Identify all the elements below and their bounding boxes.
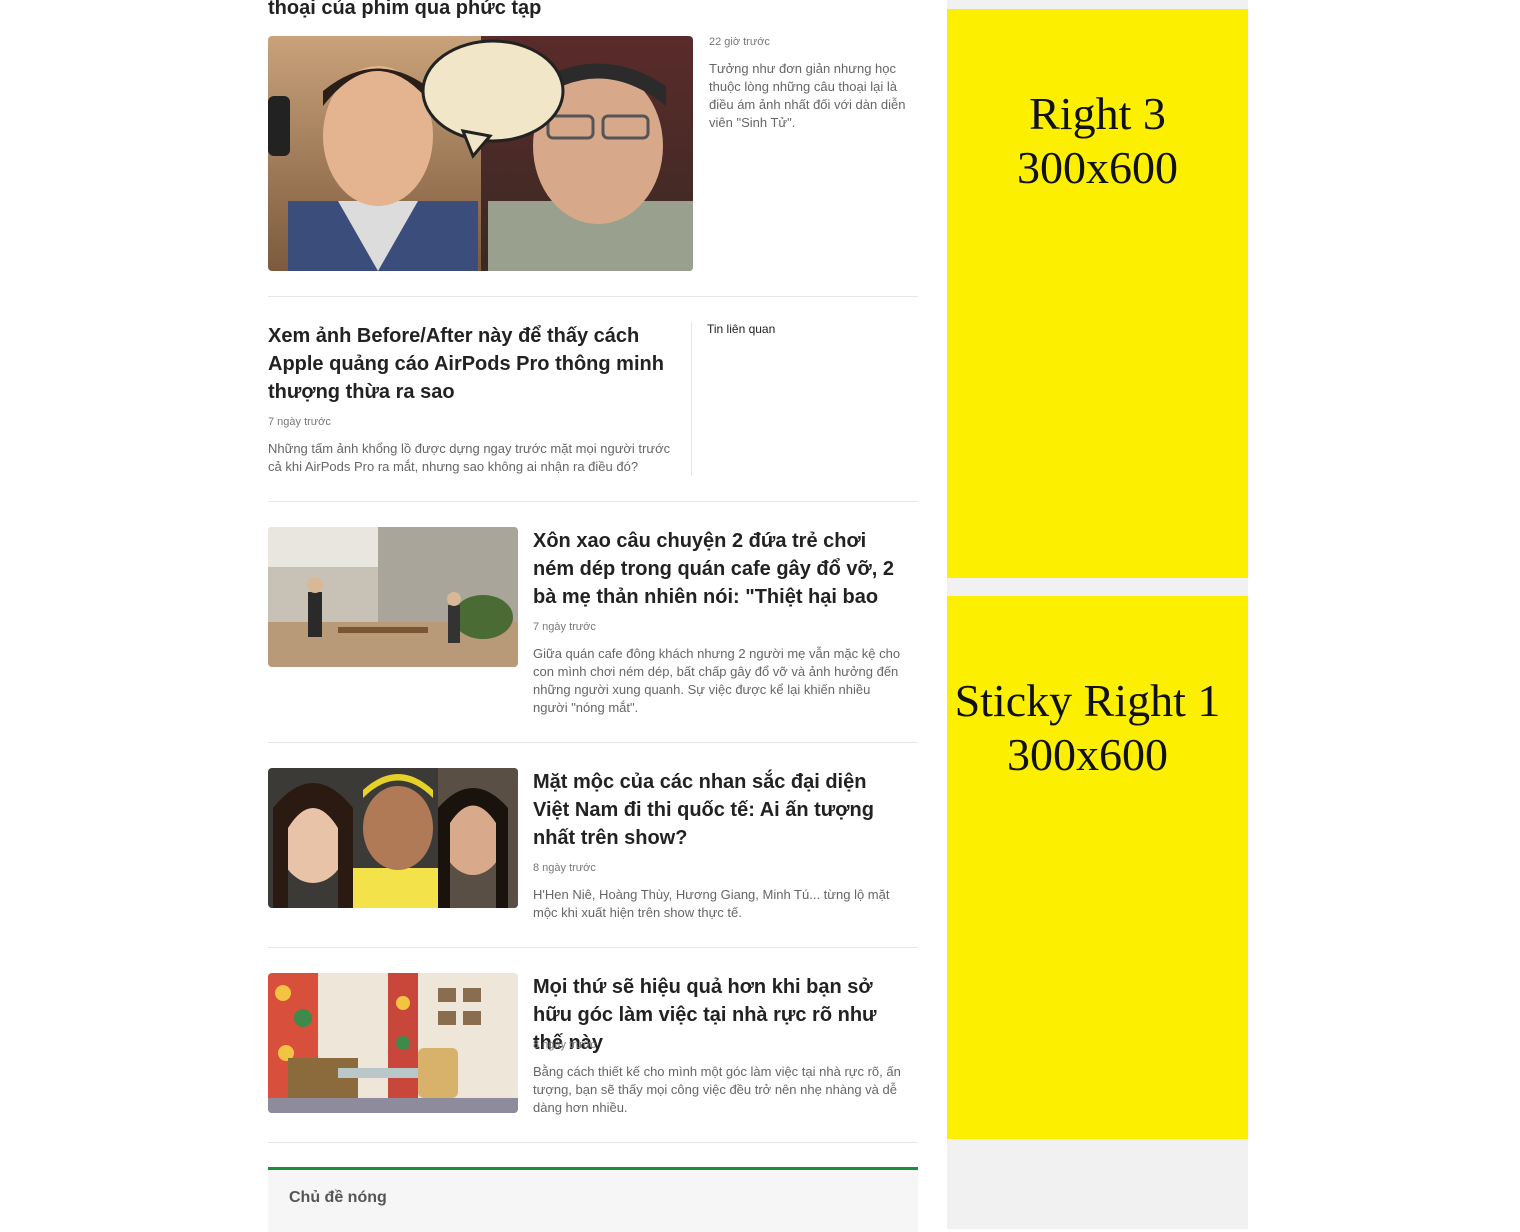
divider [268,947,918,948]
article-thumbnail-workspace[interactable] [268,973,518,1113]
divider [268,742,918,743]
article-title-partial[interactable]: thoại của phim qua phức tạp [268,0,918,22]
ad-sticky-right-1[interactable]: Sticky Right 1 300x600 [947,596,1248,1139]
article-description: Những tấm ảnh khổng lồ được dựng ngay tr… [268,441,671,474]
article-time: 8 ngày trước [533,1039,596,1051]
article-thumbnail-beauty[interactable] [268,768,518,908]
hot-topics-title: Chủ đề nóng [289,1189,387,1206]
article-description: H'Hen Niê, Hoàng Thùy, Hương Giang, Minh… [533,887,890,920]
article-description: Tưởng như đơn giản nhưng học thuộc lòng … [709,61,906,130]
article-time: 7 ngày trước [533,621,596,633]
divider [268,1142,918,1143]
article-title[interactable]: Xôn xao câu chuyện 2 đứa trẻ chơi ném dé… [533,527,903,611]
article-time: 22 giờ trước [709,36,770,48]
divider [268,501,918,502]
ad-label: Right 3 [1029,88,1166,139]
article-time: 7 ngày trước [268,416,331,428]
related-news-label: Tin liên quan [707,322,776,336]
right-sidebar: Right 3 300x600 Sticky Right 1 300x600 [947,0,1248,1229]
article-thumbnail-sinh-tu[interactable] [268,36,693,271]
related-divider [691,322,692,476]
article-description: Bằng cách thiết kế cho mình một góc làm … [533,1064,901,1115]
article-title[interactable]: Mặt mộc của các nhan sắc đại diện Việt N… [533,768,903,852]
article-thumbnail-cafe[interactable] [268,527,518,667]
article-title[interactable]: Xem ảnh Before/After này để thấy cách Ap… [268,322,683,406]
divider [268,296,918,297]
ad-size: 300x600 [1017,142,1178,193]
article-description: Giữa quán cafe đông khách nhưng 2 người … [533,646,901,715]
ad-right-3[interactable]: Right 3 300x600 [947,9,1248,578]
ad-size: 300x600 [1007,729,1168,780]
hot-topics-box: Chủ đề nóng [268,1167,918,1232]
article-time: 8 ngày trước [533,862,596,874]
ad-label: Sticky Right 1 [954,675,1221,726]
